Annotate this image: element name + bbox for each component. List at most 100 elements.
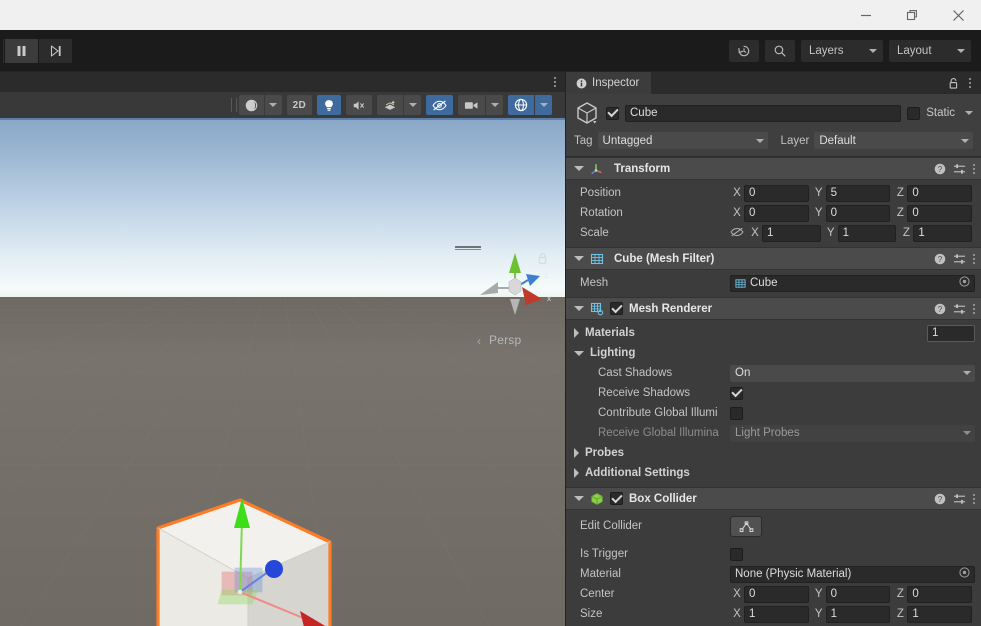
contribute-gi-row: Contribute Global Illumi — [566, 403, 981, 423]
foldout-icon[interactable] — [574, 448, 579, 458]
position-z-input[interactable]: 0 — [907, 184, 973, 202]
component-menu-icon[interactable] — [973, 303, 975, 314]
chevron-down-icon[interactable] — [485, 95, 503, 115]
lock-icon[interactable] — [944, 77, 963, 90]
scene-visibility-button[interactable] — [426, 95, 453, 115]
tab-inspector[interactable]: Inspector — [566, 72, 652, 94]
foldout-icon[interactable] — [574, 328, 579, 338]
foldout-icon[interactable] — [574, 256, 584, 261]
axis-y-label: Y — [814, 608, 823, 620]
shading-mode-button[interactable] — [238, 95, 282, 115]
axis-y-label: Y — [814, 187, 823, 199]
center-z-input[interactable]: 0 — [907, 585, 973, 603]
scene-audio-button[interactable] — [346, 95, 372, 115]
chevron-down-icon[interactable] — [403, 95, 421, 115]
preset-icon[interactable] — [953, 163, 966, 175]
gameobject-icon — [574, 100, 600, 126]
scene-viewport[interactable]: y z x ‹ Persp — [0, 118, 565, 626]
probes-foldout[interactable]: Probes — [566, 443, 981, 463]
chevron-down-icon[interactable] — [534, 95, 552, 115]
rotation-x-input[interactable]: 0 — [744, 204, 809, 222]
foldout-icon[interactable] — [574, 496, 584, 501]
scene-effects-button[interactable] — [377, 95, 421, 115]
preset-icon[interactable] — [953, 303, 966, 315]
gizmo-lock-icon[interactable] — [537, 252, 548, 268]
object-picker-icon[interactable] — [959, 567, 970, 581]
position-x-input[interactable]: 0 — [744, 184, 809, 202]
size-x-input[interactable]: 1 — [744, 605, 809, 623]
scene-tab-bar — [0, 72, 565, 92]
gameobject-enabled-checkbox[interactable] — [606, 106, 619, 120]
additional-settings-foldout[interactable]: Additional Settings — [566, 463, 981, 483]
object-picker-icon[interactable] — [959, 276, 970, 290]
center-x-input[interactable]: 0 — [744, 585, 809, 603]
component-menu-icon[interactable] — [973, 163, 975, 174]
chevron-down-icon — [755, 138, 764, 143]
mesh-object-field[interactable]: Cube — [730, 274, 975, 292]
help-icon[interactable]: ? — [934, 303, 946, 315]
preset-icon[interactable] — [953, 493, 966, 505]
rotation-y-input[interactable]: 0 — [825, 204, 891, 222]
center-y-input[interactable]: 0 — [825, 585, 891, 603]
scene-object-cube[interactable] — [140, 480, 370, 626]
mesh-filter-component-header[interactable]: Cube (Mesh Filter) ? — [566, 247, 981, 270]
minimize-icon[interactable] — [843, 0, 889, 30]
foldout-icon[interactable] — [574, 306, 584, 311]
restore-icon[interactable] — [889, 0, 935, 30]
preset-icon[interactable] — [953, 253, 966, 265]
chevron-down-icon — [963, 371, 971, 375]
gameobject-name-input[interactable]: Cube — [625, 104, 902, 122]
scale-x-input[interactable]: 1 — [762, 224, 821, 242]
component-menu-icon[interactable] — [973, 493, 975, 504]
component-menu-icon[interactable] — [973, 253, 975, 264]
constrain-proportions-off-icon[interactable] — [730, 226, 744, 241]
foldout-icon[interactable] — [574, 468, 579, 478]
position-y-input[interactable]: 5 — [825, 184, 891, 202]
contribute-gi-checkbox[interactable] — [730, 406, 743, 420]
layers-dropdown[interactable]: Layers — [801, 39, 883, 62]
is-trigger-checkbox[interactable] — [730, 547, 743, 561]
close-icon[interactable] — [935, 0, 981, 30]
static-dropdown-icon[interactable] — [965, 111, 973, 115]
layout-dropdown[interactable]: Layout — [889, 39, 971, 62]
pause-button[interactable] — [5, 38, 38, 63]
box-collider-enabled-checkbox[interactable] — [610, 492, 623, 505]
inspector-menu-icon[interactable] — [965, 78, 975, 88]
search-icon[interactable] — [765, 39, 795, 62]
scene-camera-button[interactable] — [458, 95, 503, 115]
chevron-down-icon[interactable] — [263, 95, 282, 115]
help-icon[interactable]: ? — [934, 253, 946, 265]
layer-dropdown[interactable]: Default — [814, 132, 973, 149]
rotation-z-input[interactable]: 0 — [907, 204, 973, 222]
help-icon[interactable]: ? — [934, 493, 946, 505]
scale-y-input[interactable]: 1 — [837, 224, 897, 242]
physic-material-field[interactable]: None (Physic Material) — [730, 565, 975, 583]
scene-menu-icon[interactable] — [545, 77, 565, 87]
size-z-input[interactable]: 1 — [907, 605, 973, 623]
foldout-icon[interactable] — [574, 350, 584, 356]
scale-z-input[interactable]: 1 — [913, 224, 973, 242]
tag-dropdown[interactable]: Untagged — [597, 132, 768, 149]
help-icon[interactable]: ? — [934, 163, 946, 175]
layer-value: Default — [819, 134, 856, 147]
scene-lighting-button[interactable] — [317, 95, 341, 115]
mesh-renderer-component-header[interactable]: Mesh Renderer ? — [566, 297, 981, 320]
foldout-icon[interactable] — [574, 166, 584, 171]
edit-collider-button[interactable] — [730, 515, 762, 537]
step-button[interactable] — [39, 38, 72, 63]
cast-shadows-dropdown[interactable]: On — [730, 364, 975, 382]
static-checkbox[interactable] — [907, 106, 921, 120]
chevron-down-icon — [957, 48, 965, 53]
size-y-input[interactable]: 1 — [825, 605, 891, 623]
toggle-2d-button[interactable]: 2D — [286, 95, 312, 115]
lighting-foldout[interactable]: Lighting — [566, 343, 981, 363]
receive-shadows-checkbox[interactable] — [730, 386, 743, 400]
history-icon[interactable] — [729, 39, 759, 62]
materials-foldout[interactable]: Materials 1 — [566, 323, 981, 343]
rotation-label: Rotation — [580, 207, 623, 219]
scene-gizmos-button[interactable] — [508, 95, 552, 115]
transform-component-header[interactable]: Transform ? — [566, 157, 981, 180]
box-collider-component-header[interactable]: Box Collider ? — [566, 487, 981, 510]
materials-count-input[interactable]: 1 — [927, 324, 975, 342]
mesh-renderer-enabled-checkbox[interactable] — [610, 302, 623, 315]
